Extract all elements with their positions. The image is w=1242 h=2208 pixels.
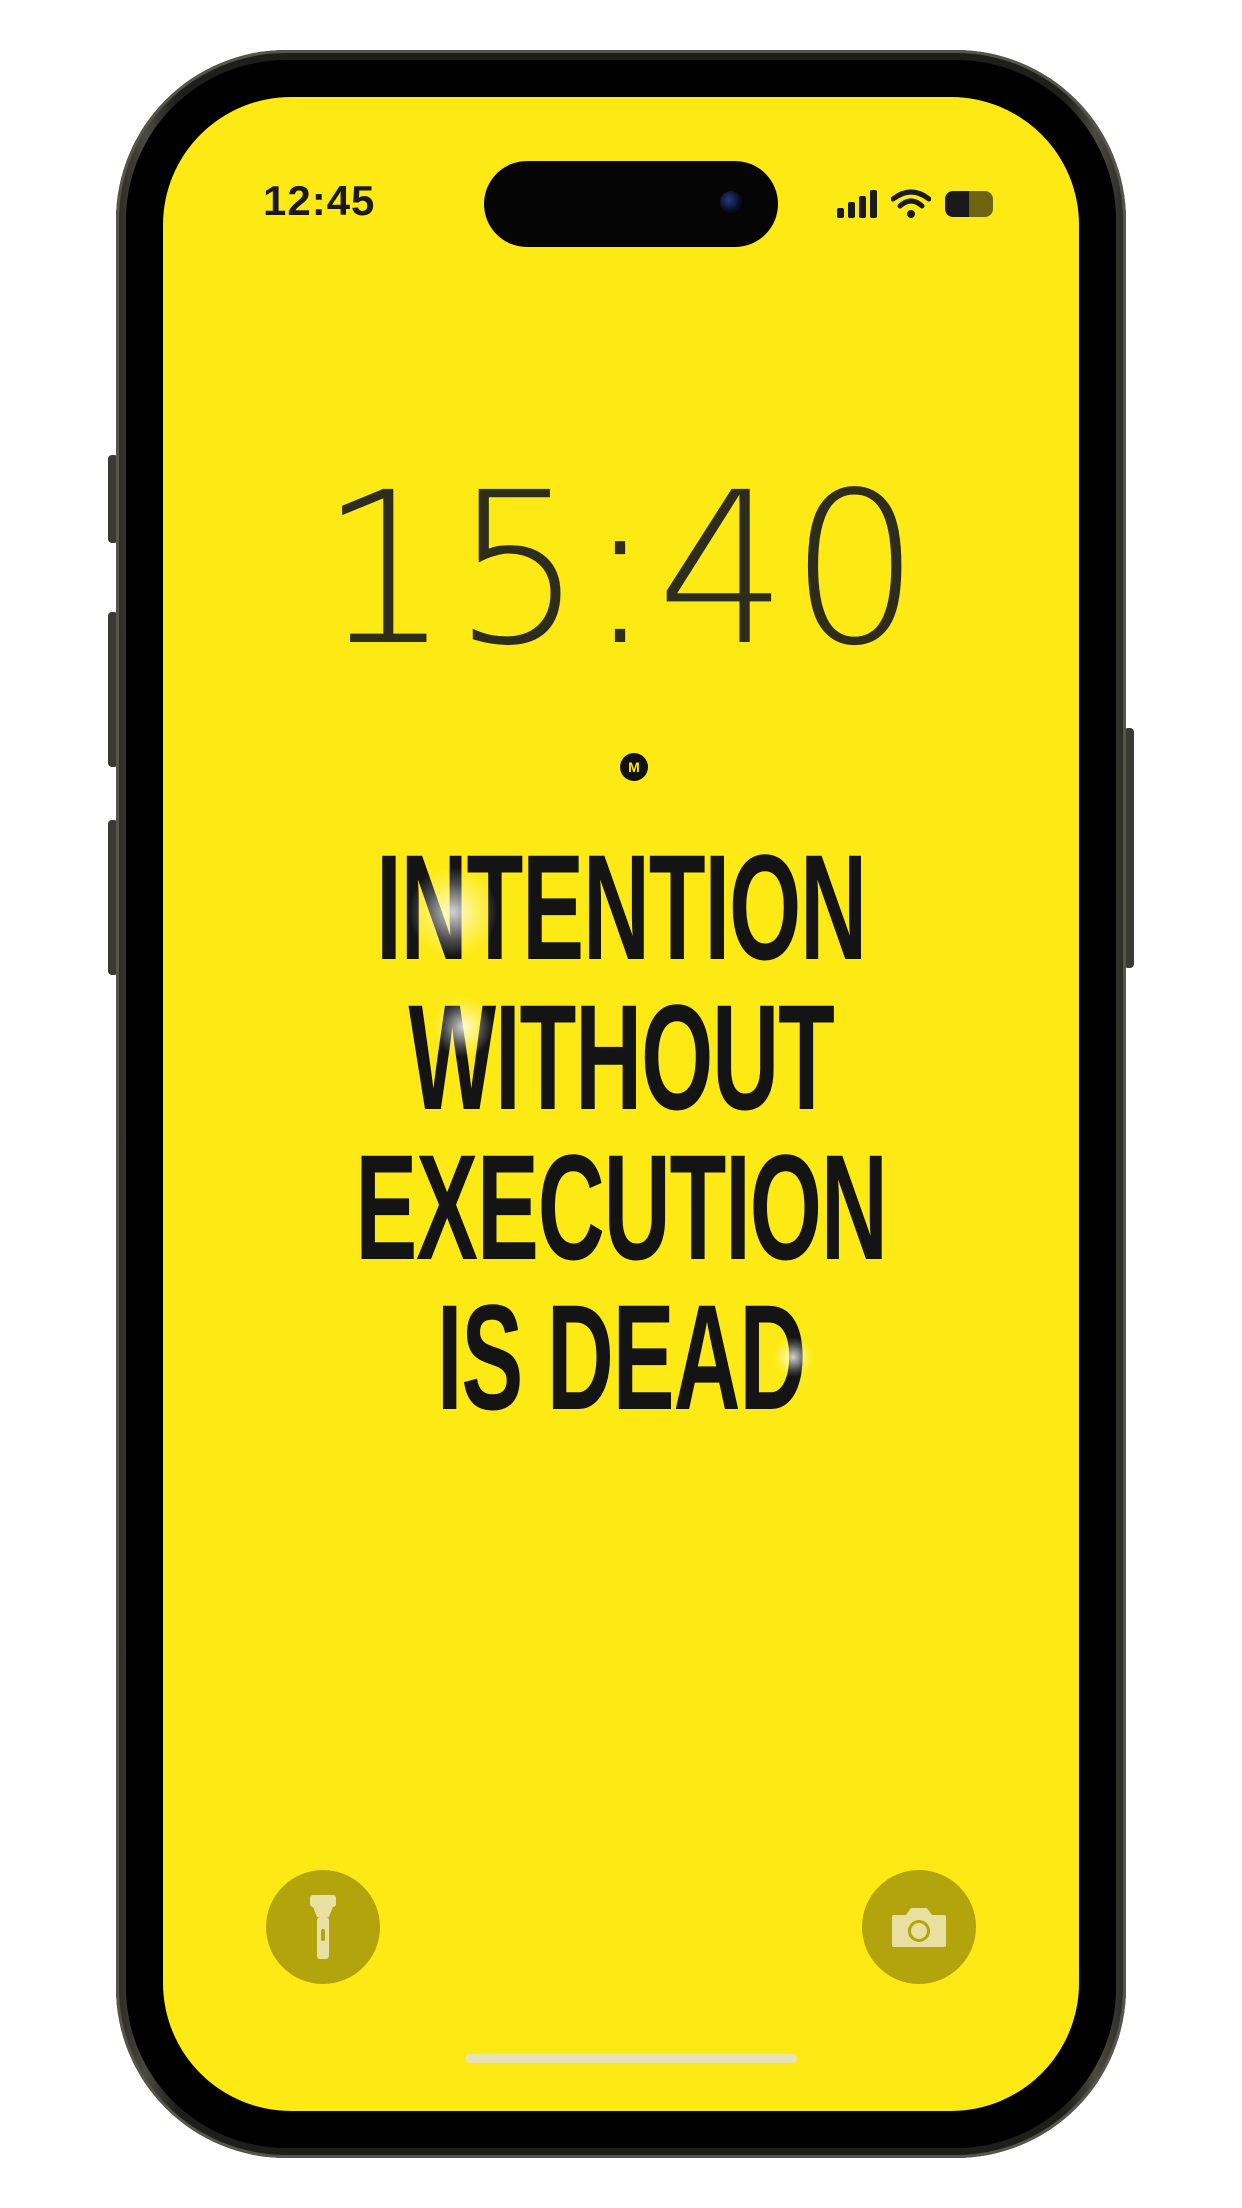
status-icons <box>837 189 993 219</box>
phone-frame: 12:45 15:40 M INTENTION WITHOUT EXECUTIO… <box>116 50 1126 2158</box>
quote-texture <box>433 997 493 1057</box>
wallpaper-quote: INTENTION WITHOUT EXECUTION IS DEAD <box>163 832 1079 1432</box>
status-time: 12:45 <box>263 177 376 224</box>
battery-icon <box>945 191 993 217</box>
camera-button[interactable] <box>862 1870 976 1984</box>
dynamic-island <box>484 161 778 247</box>
front-camera-icon <box>720 191 742 213</box>
flashlight-button[interactable] <box>266 1870 380 1984</box>
lock-clock: 15:40 <box>319 447 923 692</box>
flashlight-icon <box>310 1895 336 1959</box>
phone-bezel: 12:45 15:40 M INTENTION WITHOUT EXECUTIO… <box>126 60 1116 2148</box>
brand-logo: M <box>620 753 648 781</box>
home-indicator[interactable] <box>465 2054 797 2063</box>
battery-level <box>945 191 969 217</box>
quote-line-2: WITHOUT <box>408 973 834 1141</box>
quote-texture <box>408 867 498 957</box>
lock-screen[interactable]: 12:45 15:40 M INTENTION WITHOUT EXECUTIO… <box>163 97 1079 2111</box>
quote-line-3: EXECUTION <box>355 1123 888 1291</box>
quote-line-4: IS DEAD <box>436 1273 807 1441</box>
cellular-signal-icon <box>837 190 877 218</box>
wifi-icon <box>891 189 931 218</box>
device-mockup: 12:45 15:40 M INTENTION WITHOUT EXECUTIO… <box>0 0 1242 2208</box>
quote-texture <box>773 1337 813 1377</box>
camera-icon <box>892 1908 946 1947</box>
